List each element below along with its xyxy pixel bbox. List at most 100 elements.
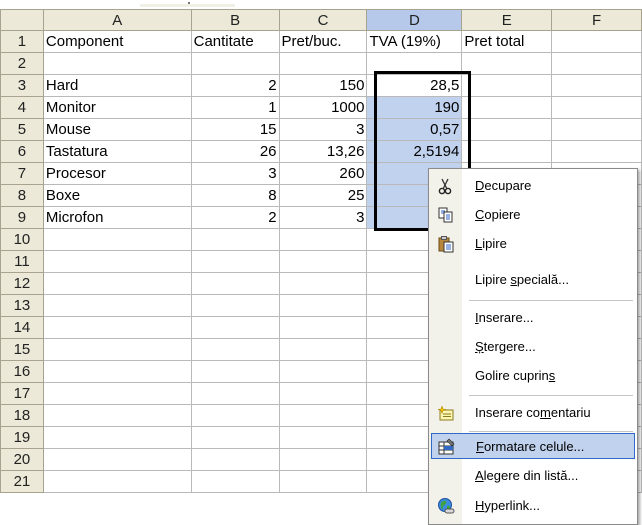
- row-header[interactable]: 3: [0, 74, 44, 97]
- column-header-c[interactable]: C: [278, 9, 368, 31]
- cell-a21[interactable]: [42, 470, 192, 493]
- menu-item-lipire-speciala[interactable]: Lipire specială...: [429, 267, 637, 293]
- cell-a8[interactable]: Boxe: [42, 184, 192, 207]
- cell-c1[interactable]: Pret/buc.: [278, 30, 368, 53]
- cell-c16[interactable]: [278, 360, 368, 383]
- cell-e2[interactable]: [461, 52, 553, 75]
- cell-c13[interactable]: [278, 294, 368, 317]
- cell-b12[interactable]: [190, 272, 280, 295]
- cell-a2[interactable]: [42, 52, 192, 75]
- cell-b1[interactable]: Cantitate: [190, 30, 280, 53]
- column-header-d[interactable]: D: [366, 9, 463, 31]
- cell-f6[interactable]: [551, 140, 642, 163]
- cell-a16[interactable]: [42, 360, 192, 383]
- cell-c3[interactable]: 150: [278, 74, 368, 97]
- row-header[interactable]: 11: [0, 250, 44, 273]
- cell-a15[interactable]: [42, 338, 192, 361]
- menu-item-decupare[interactable]: Decupare: [429, 173, 637, 199]
- cell-b13[interactable]: [190, 294, 280, 317]
- row-header[interactable]: 19: [0, 426, 44, 449]
- cell-a7[interactable]: Procesor: [42, 162, 192, 185]
- cell-b3[interactable]: 2: [190, 74, 280, 97]
- cell-b21[interactable]: [190, 470, 280, 493]
- cell-e4[interactable]: [461, 96, 553, 119]
- row-header[interactable]: 6: [0, 140, 44, 163]
- cell-c20[interactable]: [278, 448, 368, 471]
- cell-f2[interactable]: [551, 52, 642, 75]
- cell-a11[interactable]: [42, 250, 192, 273]
- cell-b18[interactable]: [190, 404, 280, 427]
- cell-c11[interactable]: [278, 250, 368, 273]
- cell-b8[interactable]: 8: [190, 184, 280, 207]
- cell-e6[interactable]: [461, 140, 553, 163]
- row-header[interactable]: 7: [0, 162, 44, 185]
- cell-b15[interactable]: [190, 338, 280, 361]
- cell-b2[interactable]: [190, 52, 280, 75]
- row-header[interactable]: 21: [0, 470, 44, 493]
- cell-b7[interactable]: 3: [190, 162, 280, 185]
- row-header[interactable]: 8: [0, 184, 44, 207]
- cell-c10[interactable]: [278, 228, 368, 251]
- cell-c17[interactable]: [278, 382, 368, 405]
- cell-a14[interactable]: [42, 316, 192, 339]
- menu-item-inserare-comentariu[interactable]: Inserare comentariu: [429, 400, 637, 426]
- cell-d5[interactable]: 0,57: [366, 118, 463, 141]
- menu-item-inserare[interactable]: Inserare...: [429, 305, 637, 331]
- cell-f5[interactable]: [551, 118, 642, 141]
- cell-b16[interactable]: [190, 360, 280, 383]
- row-header[interactable]: 1: [0, 30, 44, 53]
- row-header[interactable]: 12: [0, 272, 44, 295]
- cell-c2[interactable]: [278, 52, 368, 75]
- menu-item-hyperlink[interactable]: Hyperlink...: [429, 493, 637, 519]
- cell-b10[interactable]: [190, 228, 280, 251]
- column-header-e[interactable]: E: [461, 9, 553, 31]
- cell-a10[interactable]: [42, 228, 192, 251]
- select-all-corner[interactable]: [0, 9, 44, 31]
- cell-b6[interactable]: 26: [190, 140, 280, 163]
- cell-b20[interactable]: [190, 448, 280, 471]
- cell-a17[interactable]: [42, 382, 192, 405]
- cell-a5[interactable]: Mouse: [42, 118, 192, 141]
- cell-a6[interactable]: Tastatura: [42, 140, 192, 163]
- cell-c9[interactable]: 3: [278, 206, 368, 229]
- cell-b19[interactable]: [190, 426, 280, 449]
- cell-c21[interactable]: [278, 470, 368, 493]
- cell-b14[interactable]: [190, 316, 280, 339]
- cell-e1[interactable]: Pret total: [461, 30, 553, 53]
- cell-c6[interactable]: 13,26: [278, 140, 368, 163]
- cell-a18[interactable]: [42, 404, 192, 427]
- cell-f4[interactable]: [551, 96, 642, 119]
- cell-c14[interactable]: [278, 316, 368, 339]
- row-header[interactable]: 4: [0, 96, 44, 119]
- cell-c15[interactable]: [278, 338, 368, 361]
- row-header[interactable]: 18: [0, 404, 44, 427]
- row-header[interactable]: 5: [0, 118, 44, 141]
- cell-c12[interactable]: [278, 272, 368, 295]
- menu-item-formatare-celule[interactable]: Formatare celule...: [431, 433, 635, 459]
- cell-a13[interactable]: [42, 294, 192, 317]
- cell-e3[interactable]: [461, 74, 553, 97]
- row-header[interactable]: 2: [0, 52, 44, 75]
- cell-c7[interactable]: 260: [278, 162, 368, 185]
- cell-b11[interactable]: [190, 250, 280, 273]
- cell-a9[interactable]: Microfon: [42, 206, 192, 229]
- cell-a20[interactable]: [42, 448, 192, 471]
- cell-a3[interactable]: Hard: [42, 74, 192, 97]
- cell-b5[interactable]: 15: [190, 118, 280, 141]
- menu-item-golire-cuprins[interactable]: Golire cuprins: [429, 363, 637, 389]
- cell-c19[interactable]: [278, 426, 368, 449]
- cell-d3[interactable]: 28,5: [366, 74, 463, 97]
- row-header[interactable]: 17: [0, 382, 44, 405]
- row-header[interactable]: 20: [0, 448, 44, 471]
- row-header[interactable]: 10: [0, 228, 44, 251]
- row-header[interactable]: 13: [0, 294, 44, 317]
- cell-a12[interactable]: [42, 272, 192, 295]
- row-header[interactable]: 15: [0, 338, 44, 361]
- cell-b9[interactable]: 2: [190, 206, 280, 229]
- column-header-f[interactable]: F: [551, 9, 642, 31]
- cell-d2[interactable]: [366, 52, 463, 75]
- cell-c8[interactable]: 25: [278, 184, 368, 207]
- menu-item-alegere-din-lista[interactable]: Alegere din listă...: [429, 463, 637, 489]
- row-header[interactable]: 14: [0, 316, 44, 339]
- cell-a1[interactable]: Component: [42, 30, 192, 53]
